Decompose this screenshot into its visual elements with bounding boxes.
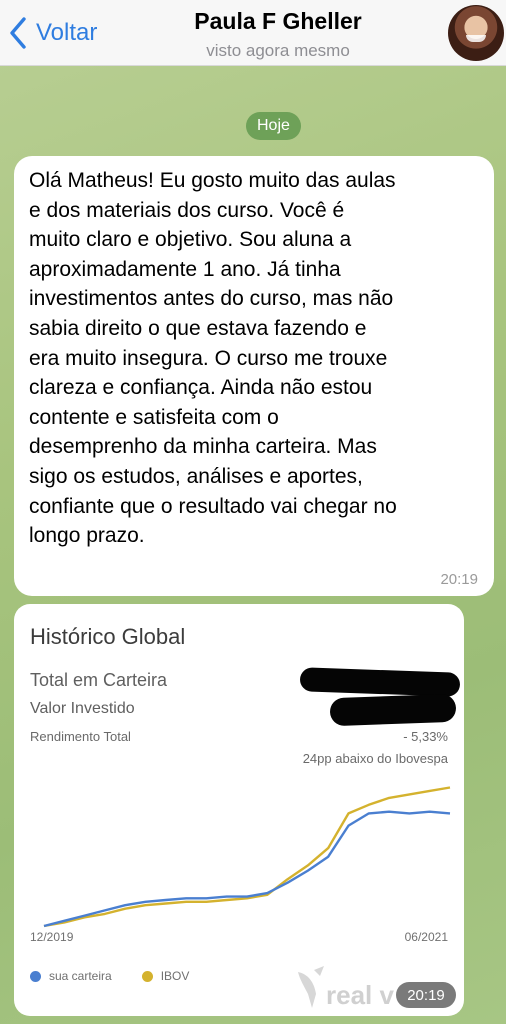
avatar[interactable] [448, 5, 504, 61]
series-carteira-line [43, 810, 451, 928]
back-label: Voltar [36, 19, 98, 46]
message-time: 20:19 [440, 571, 478, 588]
performance-chart [43, 786, 451, 928]
legend-dot [141, 970, 153, 982]
message-bubble[interactable]: Olá Matheus! Eu gosto muito das aulas e … [14, 156, 494, 596]
date-chip: Hoje [246, 112, 301, 140]
legend-item-carteira: sua carteira [30, 969, 112, 983]
chat-header: Voltar Paula F Gheller visto agora mesmo [0, 0, 506, 66]
image-message[interactable]: Histórico Global Total em Carteira Valor… [14, 604, 464, 1016]
chart-legend: sua carteira IBOV [30, 969, 219, 983]
chevron-left-icon [10, 17, 26, 49]
logo-text: real v [326, 980, 394, 1010]
last-seen-status: visto agora mesmo [206, 41, 350, 60]
legend-label: IBOV [160, 969, 190, 983]
message-text: Olá Matheus! Eu gosto muito das aulas e … [29, 169, 397, 548]
legend-label: sua carteira [49, 969, 112, 983]
bird-logo-icon [298, 966, 324, 1008]
contact-name: Paula F Gheller [194, 8, 362, 34]
back-button[interactable]: Voltar [8, 14, 97, 52]
legend-item-ibov: IBOV [141, 969, 190, 983]
x-end-label: 06/2021 [404, 930, 448, 944]
image-time: 20:19 [396, 982, 456, 1008]
series-ibov-line [43, 786, 451, 928]
legend-dot [30, 970, 41, 982]
contact-info[interactable]: Paula F Gheller visto agora mesmo [140, 8, 416, 61]
x-start-label: 12/2019 [30, 930, 74, 944]
